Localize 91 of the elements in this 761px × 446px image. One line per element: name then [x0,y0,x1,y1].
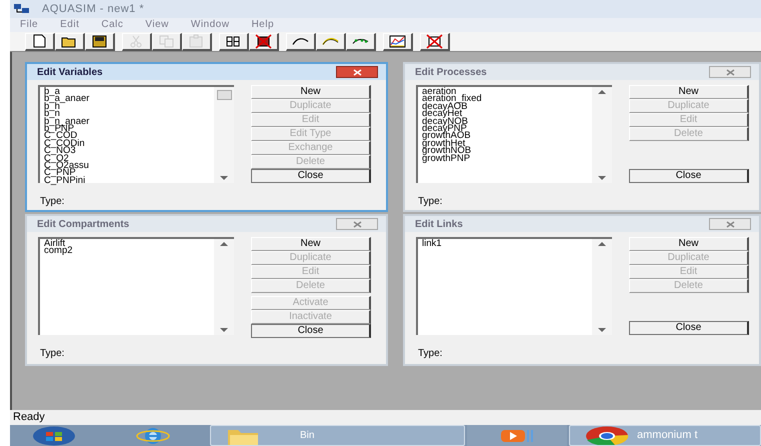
down-arrow-icon [220,328,228,332]
list-item[interactable]: aeration_fixed [422,95,592,103]
dialog-button[interactable]: New [251,85,371,99]
menu-item[interactable]: Window [190,19,230,31]
down-arrow-icon [220,176,228,180]
type-label: Type: [417,347,444,361]
list-item[interactable]: C_NO3 [44,147,214,155]
list-item[interactable]: b_PNP [44,124,214,132]
scrollbar[interactable] [592,239,612,335]
down-arrow-icon [598,328,606,332]
curve-icon [352,37,369,45]
list-item[interactable]: C_O2assu [44,162,214,170]
dialog-title: Edit Processes [415,66,487,80]
window-title: AQUASIM - new1 * [42,2,144,17]
type-label: Type: [417,195,444,209]
list-item[interactable]: b_n_anaer [44,118,214,125]
list-item[interactable]: growthHet [422,140,592,148]
menu-item[interactable]: Help [251,19,274,31]
dialog-title: Edit Variables [37,66,103,80]
list-item[interactable]: decayPNP [422,124,592,132]
list-item[interactable]: growthPNP [422,154,592,162]
list-item[interactable]: C_COD [44,132,214,140]
toolbar-button[interactable] [346,32,376,50]
close-button[interactable]: Close [251,169,371,183]
close-button[interactable]: Close [251,324,371,338]
crossed-box-icon [254,33,273,49]
list-item[interactable]: growthAOB [422,132,592,140]
list-item[interactable]: C_PNPini [44,176,214,184]
status-text: Ready [13,410,45,426]
dialog-button[interactable]: New [251,237,371,251]
close-icon [352,220,362,228]
list-item[interactable]: decayHet [422,110,592,118]
list-item[interactable]: comp2 [44,247,214,255]
list-item[interactable]: decayAOB [422,102,592,110]
close-button[interactable]: Close [629,321,749,335]
list-item[interactable]: aeration [422,88,592,96]
scrollbar[interactable] [214,239,234,335]
menu-item[interactable]: View [145,19,169,31]
copy-icon [157,33,176,49]
scrollbar[interactable] [214,87,234,183]
up-arrow-icon [598,90,606,94]
toolbar-button[interactable] [25,32,55,50]
dialog-title: Edit Compartments [37,218,130,232]
app-icon [14,4,30,14]
list-item[interactable]: link1 [422,240,592,248]
list-item[interactable]: b_n [44,110,214,118]
list-item[interactable]: C_O2 [44,154,214,162]
toolbar-button[interactable] [420,32,450,50]
list-box[interactable]: b_a b_a_anaer b_h b_n b_n_anaer b_PNP C_COD C_CODin C_NO3 C_O2 C_O2assu C_PNP C_PNPini [38,85,234,183]
scroll-thumb[interactable] [216,90,232,100]
curve-icon [322,37,339,45]
down-arrow-icon [598,176,606,180]
list-box[interactable]: aeration aeration_fixed decayAOB decayHet decayNOB decayPNP growthAOB growthHet growthNOB growthPNP [416,85,612,183]
up-arrow-icon [220,242,228,246]
dialog-button[interactable]: New [629,85,749,99]
up-arrow-icon [598,242,606,246]
list-item[interactable]: decayNOB [422,118,592,125]
close-button[interactable]: Close [629,169,749,183]
list-item[interactable]: b_h [44,102,214,110]
floppy-icon [90,33,109,49]
dialog-button[interactable]: New [629,237,749,251]
menu-item[interactable]: Calc [101,19,124,31]
toolbar-button[interactable] [286,32,316,50]
menu-item[interactable]: File [20,19,38,31]
curve-icon [292,37,309,45]
chart-icon [388,33,407,49]
list-item[interactable]: C_CODin [44,140,214,148]
type-label: Type: [39,347,66,361]
windows-logo-icon [32,426,76,446]
list-item[interactable]: Airlift [44,240,214,248]
menu-item[interactable]: Edit [60,19,80,31]
scrollbar[interactable] [592,87,612,183]
list-item[interactable]: C_PNP [44,169,214,177]
close-icon [726,68,734,76]
list-box[interactable]: link1 [416,237,612,335]
list-box[interactable]: Airlift comp2 [38,237,234,335]
toolbar-button[interactable] [316,32,346,50]
toolbar-button[interactable] [55,32,85,50]
dialog-title: Edit Links [415,218,463,232]
toolbar-button[interactable] [219,32,249,50]
close-icon [726,220,734,228]
list-item[interactable]: b_a [44,88,214,96]
close-icon [352,68,362,76]
toolbar-button[interactable] [85,32,115,50]
toolbar-button[interactable] [383,32,413,50]
browser-icon [136,426,170,446]
list-item[interactable]: growthNOB [422,147,592,155]
close-button[interactable] [336,66,378,78]
list-item[interactable]: b_a_anaer [44,95,214,103]
toolbar-button[interactable] [249,32,279,50]
type-label: Type: [39,195,66,209]
